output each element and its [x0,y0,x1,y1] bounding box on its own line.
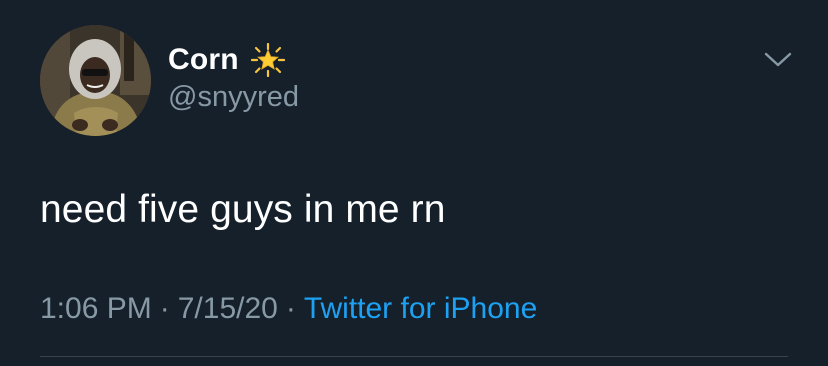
author-name-row: Corn [168,40,285,80]
chevron-down-icon[interactable] [760,46,796,74]
tweet-text: need five guys in me rn [40,188,446,231]
tweet-metadata: 1:06 PM · 7/15/20 · Twitter for iPhone [40,292,537,326]
user-handle[interactable]: @snyyred [168,81,299,114]
meta-separator: · [159,292,170,325]
avatar[interactable] [40,25,151,136]
divider [40,356,788,357]
glowing-star-icon [250,43,285,77]
tweet-date[interactable]: 7/15/20 [178,292,278,325]
tweet-time[interactable]: 1:06 PM [40,292,152,325]
display-name[interactable]: Corn [168,43,239,77]
tweet-card: Corn @snyyred need five guys in me rn 1:… [0,0,828,366]
meta-separator: · [285,292,296,325]
tweet-source-link[interactable]: Twitter for iPhone [304,292,537,325]
